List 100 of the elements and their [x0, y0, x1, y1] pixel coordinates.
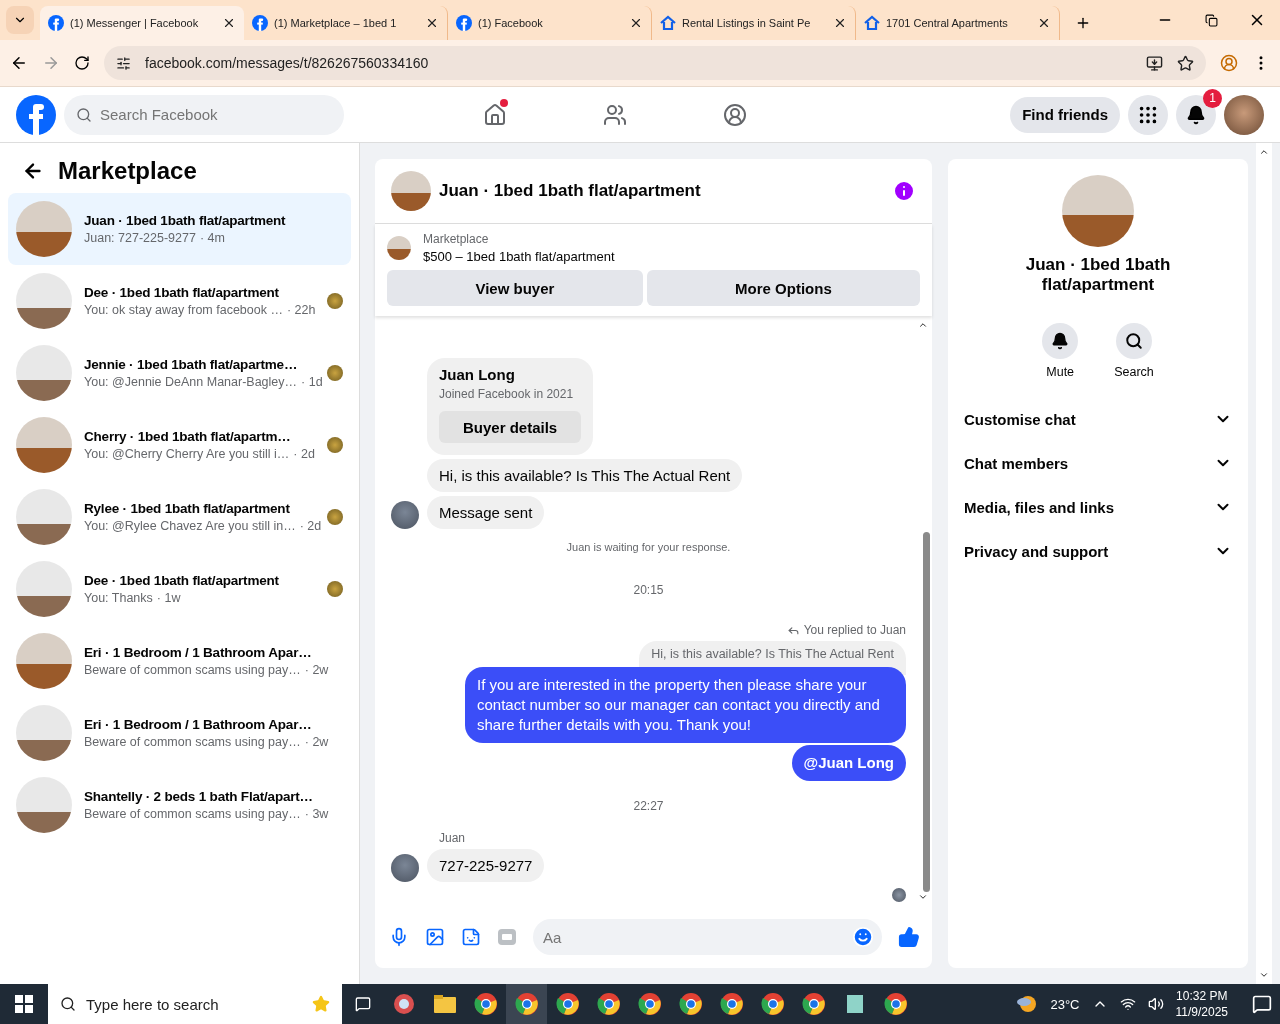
close-icon[interactable]: [425, 16, 439, 30]
close-icon[interactable]: [629, 16, 643, 30]
browser-app-icon[interactable]: [555, 992, 580, 1016]
like-icon[interactable]: [898, 926, 920, 948]
menu-button[interactable]: [1128, 94, 1168, 135]
notifications-icon[interactable]: [1252, 994, 1272, 1014]
account-avatar[interactable]: [1224, 94, 1264, 135]
emoji-icon[interactable]: [852, 926, 874, 948]
browser-tab[interactable]: (1) Messenger | Facebook: [40, 6, 244, 40]
details-section[interactable]: Media, files and links: [964, 485, 1232, 529]
bookmark-star-icon[interactable]: [1177, 54, 1194, 72]
bell-icon: [1051, 332, 1070, 350]
message-time: · 2d: [293, 447, 315, 461]
info-icon[interactable]: [892, 179, 916, 203]
scroll-up-icon[interactable]: [1259, 147, 1269, 157]
find-friends-button[interactable]: Find friends: [1010, 96, 1120, 133]
conversation-name: Jennie · 1bed 1bath flat/apartme…: [84, 357, 299, 372]
volume-icon[interactable]: [1147, 996, 1164, 1012]
listing-action-button[interactable]: View buyer: [387, 270, 643, 306]
image-icon[interactable]: [425, 927, 445, 947]
status-notice: Juan is waiting for your response.: [566, 541, 731, 553]
listing-photo: [16, 705, 72, 761]
browser-app-icon[interactable]: [514, 992, 539, 1016]
taskbar-search[interactable]: Type here to search: [48, 984, 342, 1024]
details-section[interactable]: Chat members: [964, 441, 1232, 485]
new-tab-icon[interactable]: [1075, 15, 1091, 31]
conversation-name: Juan · 1bed 1bath flat/apartment: [84, 213, 287, 228]
search-icon: [76, 106, 92, 123]
scroll-up-icon[interactable]: [918, 320, 928, 330]
folder-icon[interactable]: [433, 995, 456, 1013]
facebook-logo-icon[interactable]: [48, 15, 64, 31]
browser-app-icon[interactable]: [883, 992, 908, 1016]
profile-icon[interactable]: [1220, 54, 1238, 72]
message-time: · 4m: [199, 231, 225, 245]
listing-photo: [16, 489, 72, 545]
notifications-button[interactable]: [1176, 94, 1216, 135]
taskbar-clock[interactable]: 10:32 PM 11/9/2025: [1175, 988, 1228, 1020]
conversation-item[interactable]: Jennie · 1bed 1bath flat/apartme… You: @Jennie DeAnn Manar-Bagley… · 1d: [8, 337, 351, 409]
conversation-item[interactable]: Rylee · 1bed 1bath flat/apartment You: @Rylee Chavez Are you still in… · 2d: [8, 481, 351, 553]
conversation-name: Shantelly · 2 beds 1 bath Flat/apart…: [84, 789, 314, 804]
scroll-down-icon[interactable]: [1259, 970, 1269, 980]
site-settings-icon[interactable]: [116, 55, 131, 71]
browser-app-icon[interactable]: [678, 992, 703, 1016]
facebook-logo-icon[interactable]: [252, 15, 268, 31]
microphone-icon[interactable]: [389, 927, 409, 947]
listing-photo: [16, 777, 72, 833]
scroll-down-icon[interactable]: [918, 892, 928, 902]
network-icon[interactable]: [1119, 996, 1136, 1012]
profile-name: Juan Long: [439, 366, 516, 383]
message-input[interactable]: Aa: [533, 919, 882, 955]
listing-photo[interactable]: [391, 171, 431, 211]
task-view-icon[interactable]: [354, 996, 371, 1012]
listing-label: Marketplace: [423, 232, 490, 246]
conversation-item[interactable]: Shantelly · 2 beds 1 bath Flat/apart… Beware of common scams using pay… · 3w: [8, 769, 351, 841]
close-icon[interactable]: [1037, 16, 1051, 30]
buyer-details-button[interactable]: Buyer details: [439, 411, 582, 443]
bell-icon: [1186, 104, 1206, 125]
close-icon[interactable]: [833, 16, 847, 30]
weather-icon: [1016, 994, 1039, 1014]
facebook-logo[interactable]: [16, 94, 56, 135]
browser-app-icon[interactable]: [719, 992, 744, 1016]
address-bar[interactable]: facebook.com/messages/t/826267560334160: [104, 46, 1206, 80]
sender-avatar[interactable]: [391, 854, 419, 882]
conversation-item[interactable]: Dee · 1bed 1bath flat/apartment You: Thanks · 1w: [8, 553, 351, 625]
conversation-name: Dee · 1bed 1bath flat/apartment: [84, 285, 280, 300]
reload-icon[interactable]: [74, 55, 90, 71]
home-icon: [483, 102, 507, 127]
browser-app-icon[interactable]: [801, 992, 826, 1016]
reply-label-text: You replied to Juan: [803, 623, 906, 637]
browser-app-icon[interactable]: [596, 992, 621, 1016]
browser-app-icon[interactable]: [760, 992, 785, 1016]
conversation-name: Rylee · 1bed 1bath flat/apartment: [84, 501, 291, 516]
browser-app-icon[interactable]: [473, 992, 498, 1016]
scrollbar-thumb[interactable]: [923, 532, 930, 892]
details-section[interactable]: Privacy and support: [964, 529, 1232, 573]
details-title: Juan · 1bed 1bath flat/apartment: [1024, 255, 1172, 295]
conversation-item[interactable]: Eri · 1 Bedroom / 1 Bathroom Apar… Beware of common scams using pay… · 2w: [8, 697, 351, 769]
conversation-item[interactable]: Juan · 1bed 1bath flat/apartment Juan: 727-225-9277 · 4m: [8, 193, 351, 265]
facebook-logo-icon[interactable]: [456, 15, 472, 31]
conversation-item[interactable]: Eri · 1 Bedroom / 1 Bathroom Apar… Beware of common scams using pay… · 2w: [8, 625, 351, 697]
listing-photo: [16, 345, 72, 401]
message-preview: Beware of common scams using pay…: [84, 663, 301, 677]
search-field[interactable]: Search Facebook: [64, 94, 344, 135]
restore-icon[interactable]: [1204, 13, 1218, 27]
sender-avatar[interactable]: [391, 501, 419, 529]
install-icon[interactable]: [1146, 54, 1163, 72]
people-icon: [603, 102, 627, 127]
conversation-item[interactable]: Dee · 1bed 1bath flat/apartment You: ok stay away from facebook … · 22h: [8, 265, 351, 337]
details-section[interactable]: Customise chat: [964, 397, 1232, 441]
listing-action-button[interactable]: More Options: [646, 270, 920, 306]
conversation-item[interactable]: Cherry · 1bed 1bath flat/apartm… You: @Cherry Cherry Are you still i… · 2d: [8, 409, 351, 481]
browser-app-icon[interactable]: [637, 992, 662, 1016]
notepad-icon[interactable]: [844, 993, 865, 1015]
app-icon[interactable]: [392, 993, 415, 1015]
message-time: · 2w: [304, 663, 329, 677]
sticker-icon[interactable]: [461, 927, 481, 947]
listing-photo: [16, 633, 72, 689]
back-icon[interactable]: [10, 54, 28, 72]
windows-logo-icon[interactable]: [15, 995, 33, 1013]
close-icon[interactable]: [222, 16, 236, 30]
